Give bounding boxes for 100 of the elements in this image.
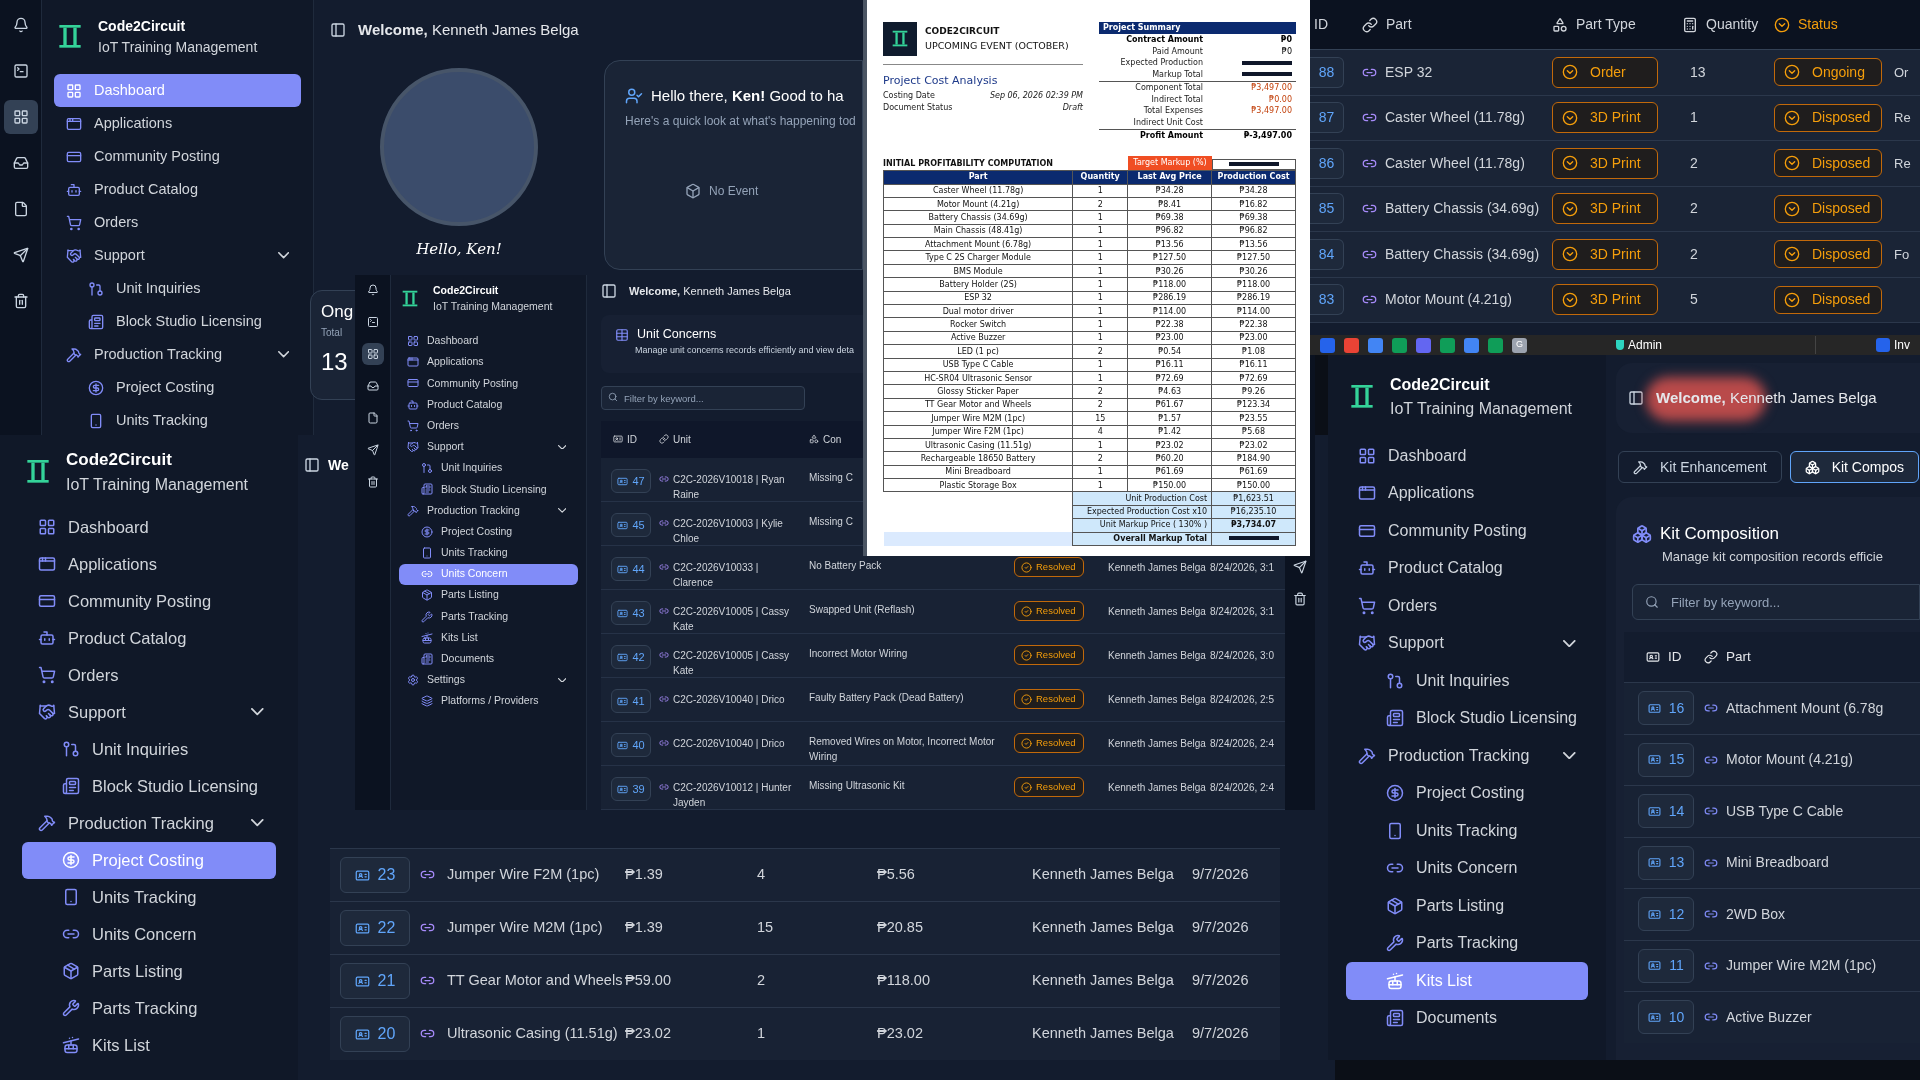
nav-item[interactable]: Applications (399, 351, 578, 373)
id-badge[interactable]: 42 (611, 645, 651, 669)
filter-field[interactable]: Filter by keyword... (1632, 584, 1920, 620)
sidebar-toggle-icon[interactable] (304, 457, 320, 473)
status-badge[interactable]: 3D Print (1552, 193, 1658, 225)
nav-item[interactable]: Parts Listing (399, 584, 578, 606)
nav-item[interactable]: Project Costing (1346, 774, 1588, 812)
sidebar-toggle-icon[interactable] (601, 283, 617, 300)
nav-item[interactable]: Parts Tracking (1346, 924, 1588, 962)
nav-item[interactable]: Settings (399, 669, 578, 691)
nav-item[interactable]: Unit Inquiries (1346, 662, 1588, 700)
status-badge[interactable]: 3D Print (1552, 147, 1658, 179)
part-link[interactable]: Jumper Wire F2M (1pc) (447, 864, 600, 886)
id-badge[interactable]: 84 (1310, 238, 1344, 270)
nav-item[interactable]: Support (399, 436, 578, 458)
part-link[interactable]: Caster Wheel (11.78g) (1385, 152, 1525, 174)
id-badge[interactable]: 22 (340, 910, 410, 946)
rail-button[interactable] (3, 100, 38, 134)
nav-item[interactable]: Orders (399, 415, 578, 437)
id-badge[interactable]: 83 (1310, 284, 1344, 316)
id-badge[interactable]: 10 (1638, 1000, 1694, 1035)
nav-item[interactable]: Production Tracking (399, 500, 578, 522)
tab[interactable]: Kit Compos (1789, 451, 1919, 483)
side-button[interactable] (1293, 560, 1307, 574)
id-badge[interactable]: 13 (1638, 845, 1694, 880)
status-badge[interactable]: Resolved (1014, 645, 1084, 665)
nav-item[interactable]: Production Tracking (22, 804, 276, 842)
nav-item[interactable]: Parts Tracking (22, 989, 276, 1027)
part-link[interactable]: 2WD Box (1726, 903, 1786, 925)
nav-item[interactable]: Support (22, 693, 276, 731)
id-badge[interactable]: 14 (1638, 794, 1694, 829)
id-badge[interactable]: 15 (1638, 742, 1694, 777)
nav-item[interactable]: Community Posting (54, 140, 301, 173)
taskbar-label[interactable]: Inv (1894, 336, 1910, 354)
part-link[interactable]: USB Type C Cable (1726, 800, 1844, 822)
id-badge[interactable]: 43 (611, 601, 651, 625)
nav-item[interactable]: Applications (54, 107, 301, 140)
part-link[interactable]: Attachment Mount (6.78g (1726, 697, 1884, 719)
status-badge[interactable]: Resolved (1014, 689, 1084, 709)
tab[interactable]: Kit Enhancement (1618, 451, 1782, 483)
id-badge[interactable]: 40 (611, 733, 651, 757)
nav-item[interactable]: Units Tracking (1346, 812, 1588, 850)
rail-button[interactable] (361, 343, 384, 365)
id-badge[interactable]: 21 (340, 963, 410, 999)
part-link[interactable]: Battery Chassis (34.69g) (1385, 243, 1540, 265)
nav-item[interactable]: Dashboard (22, 508, 276, 546)
nav-item[interactable]: Unit Inquiries (399, 457, 578, 479)
unit-link[interactable]: C2C-2026V10040 | Drico (673, 736, 793, 751)
status-badge[interactable]: Resolved (1014, 601, 1084, 621)
nav-item[interactable]: Orders (1346, 587, 1588, 625)
id-badge[interactable]: 85 (1310, 193, 1344, 225)
unit-link[interactable]: C2C-2026V10012 | Hunter Jayden (673, 780, 809, 810)
app-icon[interactable] (1392, 337, 1407, 353)
id-badge[interactable]: 12 (1638, 897, 1694, 932)
id-badge[interactable]: 39 (611, 777, 651, 801)
status-badge[interactable]: Resolved (1014, 557, 1084, 577)
nav-item[interactable]: Community Posting (399, 372, 578, 395)
id-badge[interactable]: 11 (1638, 948, 1694, 983)
app-icon[interactable] (1344, 337, 1359, 353)
nav-item[interactable]: Orders (22, 656, 276, 694)
nav-item[interactable]: Applications (1346, 474, 1588, 512)
id-badge[interactable]: 87 (1310, 102, 1344, 134)
status-badge[interactable]: Disposed (1774, 285, 1882, 314)
id-badge[interactable]: 16 (1638, 691, 1694, 726)
id-badge[interactable]: 88 (1310, 56, 1344, 88)
sidebar-toggle-icon[interactable] (330, 22, 346, 38)
nav-item[interactable]: Project Costing (399, 521, 578, 543)
unit-link[interactable]: C2C-2026V10005 | Cassy Kate (673, 604, 809, 634)
app-icon[interactable] (1320, 337, 1335, 353)
nav-item[interactable]: Block Studio Licensing (22, 767, 276, 805)
status-badge[interactable]: 3D Print (1552, 102, 1658, 134)
id-badge[interactable]: 86 (1310, 147, 1344, 179)
nav-item[interactable]: Platforms / Providers (399, 690, 578, 712)
nav-item[interactable]: Units Concern (22, 915, 276, 953)
status-badge[interactable]: Disposed (1774, 194, 1882, 223)
nav-item[interactable]: Applications (22, 545, 276, 583)
nav-item[interactable]: Project Costing (54, 371, 301, 404)
nav-item[interactable]: Dashboard (1346, 437, 1588, 475)
status-badge[interactable]: Ongoing (1774, 58, 1882, 87)
status-badge[interactable]: Resolved (1014, 733, 1084, 753)
part-link[interactable]: ESP 32 (1385, 61, 1433, 83)
status-badge[interactable]: 3D Print (1552, 238, 1658, 270)
id-badge[interactable]: 23 (340, 857, 410, 893)
nav-item[interactable]: Documents (399, 648, 578, 670)
status-badge[interactable]: 3D Print (1552, 284, 1658, 316)
part-link[interactable]: Jumper Wire M2M (1pc) (447, 917, 603, 939)
nav-item[interactable]: Block Studio Licensing (399, 478, 578, 500)
nav-item[interactable]: Unit Inquiries (54, 272, 301, 305)
unit-link[interactable]: C2C-2026V10033 | Clarence (673, 560, 809, 590)
app-icon[interactable] (1488, 337, 1503, 353)
nav-item[interactable]: Units Tracking (22, 878, 276, 916)
nav-item[interactable]: Kits List (22, 1026, 276, 1064)
app-icon[interactable] (1464, 337, 1479, 353)
nav-item[interactable]: Parts Listing (1346, 887, 1588, 925)
sidebar-toggle-icon[interactable] (1628, 390, 1644, 406)
status-badge[interactable]: Order (1552, 56, 1658, 88)
nav-item[interactable]: Community Posting (1346, 512, 1588, 550)
part-link[interactable]: Jumper Wire M2M (1pc) (1726, 955, 1877, 977)
id-badge[interactable]: 41 (611, 689, 651, 713)
part-link[interactable]: Mini Breadboard (1726, 852, 1829, 874)
